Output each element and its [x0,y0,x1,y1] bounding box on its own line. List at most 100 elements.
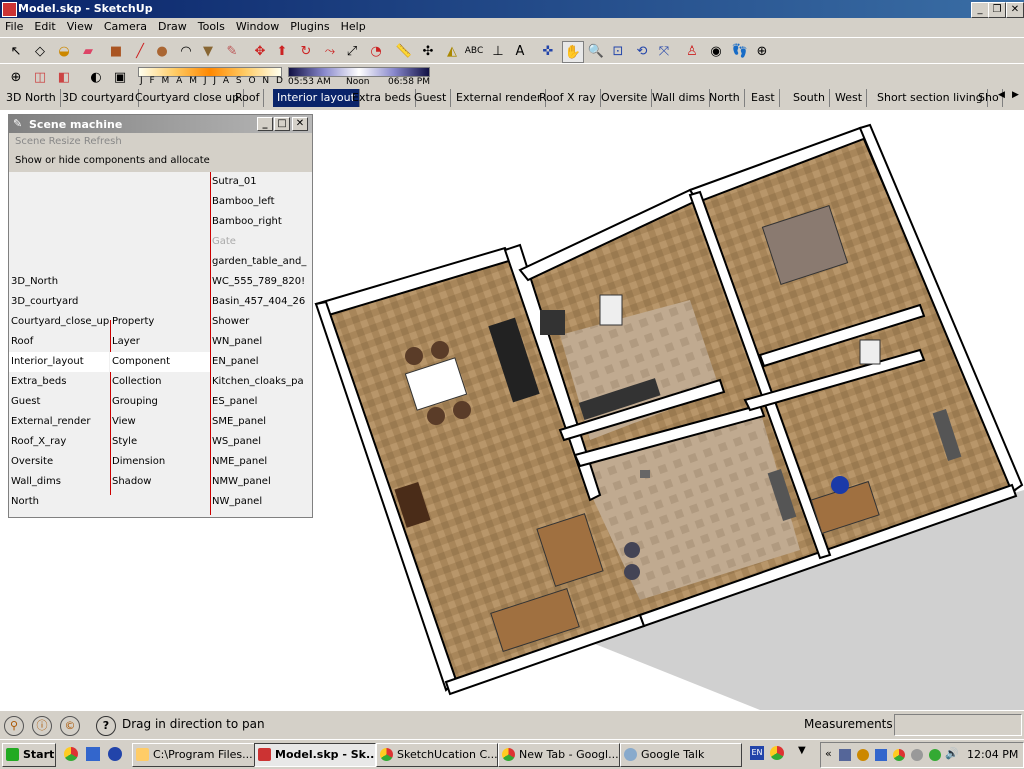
scene-list-item[interactable]: Roof [9,332,109,352]
component-item[interactable]: Bamboo_left [210,192,310,212]
minimize-button[interactable]: _ [971,2,989,18]
tab-west[interactable]: West [831,89,868,107]
tray-monitor-icon[interactable] [875,749,887,761]
component-item[interactable]: WS_panel [210,432,310,452]
category-item[interactable]: Grouping [110,392,210,412]
category-item[interactable]: Collection [110,372,210,392]
tab-roof[interactable]: Roof [231,89,265,107]
task-new-tab[interactable]: New Tab - Googl... [498,743,620,767]
task-sketchup[interactable]: Model.skp - Sk... [254,743,376,767]
paint-bucket-icon[interactable]: ◒ [54,41,74,61]
menu-plugins[interactable]: Plugins [285,18,335,33]
component-item[interactable]: Shower [210,312,310,332]
tab-roof-x-ray[interactable]: Roof X ray [535,89,601,107]
component-item[interactable]: WC_555_789_820! [210,272,310,292]
display-shadows-icon[interactable]: ▣ [110,67,130,87]
zoom-tool-icon[interactable]: 🔍 [586,41,606,61]
panel-minimize-button[interactable]: _ [257,117,273,131]
tab-courtyard-close-up[interactable]: Courtyard close up [131,89,245,107]
line-tool-icon[interactable]: ╱ [130,41,150,61]
tab-extra-beds[interactable]: Extra beds [348,89,416,107]
category-item[interactable]: Property [110,312,210,332]
scene-list-item[interactable]: Guest [9,392,109,412]
task-sketchucation[interactable]: SketchUcation C... [376,743,498,767]
tab-north[interactable]: North [705,89,745,107]
eraser-icon[interactable]: ▰ [78,41,98,61]
maximize-button[interactable]: ❐ [988,2,1006,18]
panel-maximize-button[interactable]: □ [274,117,290,131]
scale-tool-icon[interactable]: ⤢ [342,41,362,61]
scene-list-item[interactable]: Extra_beds [9,372,109,392]
copyright-icon[interactable]: © [60,716,80,736]
measurements-input[interactable] [894,714,1022,736]
task-google-talk[interactable]: Google Talk [620,743,742,767]
position-camera-icon[interactable]: ♙ [682,41,702,61]
task-program-files[interactable]: C:\Program Files... [132,743,256,767]
protractor-icon[interactable]: ◭ [442,41,462,61]
scene-list-item[interactable]: Oversite [9,452,109,472]
chrome-tray-icon[interactable] [770,746,784,760]
menu-help[interactable]: Help [336,18,372,33]
category-item[interactable]: Shadow [110,472,210,492]
close-button[interactable]: ✕ [1006,2,1024,18]
component-item[interactable]: Sutra_01 [210,172,310,192]
menu-window[interactable]: Window [231,18,285,33]
axes-icon[interactable]: ⊕ [6,67,26,87]
tab-3d-courtyard[interactable]: 3D courtyard [58,89,140,107]
component-item[interactable]: WN_panel [210,332,310,352]
media-player-quicklaunch-icon[interactable] [108,747,122,761]
section-plane-icon[interactable]: ⊕ [752,41,772,61]
select-tool-icon[interactable]: ↖ [6,41,26,61]
follow-me-icon[interactable]: ⤳ [320,41,340,61]
scene-list-item[interactable]: 3D_courtyard [9,292,109,312]
credits-icon[interactable]: ⓘ [32,716,52,736]
tape-measure-icon[interactable]: 📏 [394,41,414,61]
component-item[interactable]: EN_panel [210,352,310,372]
component-item[interactable]: Basin_457_404_26 [210,292,310,312]
scene-list-item[interactable]: Roof_X_ray [9,432,109,452]
tray-expand-icon[interactable]: « [825,747,832,760]
explorer-quicklaunch-icon[interactable] [86,747,100,761]
arc-tool-icon[interactable]: ◠ [176,41,196,61]
3d-text-icon[interactable]: A [510,41,530,61]
volume-icon[interactable]: 🔊 [945,747,959,760]
geo-location-icon[interactable]: ⚲ [4,716,24,736]
menu-tools[interactable]: Tools [193,18,231,33]
walk-tool-icon[interactable]: 👣 [730,41,750,61]
section-cut-icon[interactable]: ◧ [54,67,74,87]
component-item[interactable]: NME_panel [210,452,310,472]
scene-list-item-selected[interactable]: Interior_layout [9,352,109,372]
scene-list-item[interactable]: 3D_North [9,272,109,292]
push-pull-icon[interactable]: ⬆ [272,41,292,61]
language-indicator[interactable]: EN [750,746,764,760]
rectangle-tool-icon[interactable]: ■ [106,41,126,61]
category-item[interactable]: Layer [110,332,210,352]
circle-tool-icon[interactable]: ● [152,41,172,61]
tray-status-icon[interactable] [929,749,941,761]
dimension-tool-icon[interactable]: ✣ [418,41,438,61]
category-item[interactable]: Style [110,432,210,452]
component-item[interactable]: Bamboo_right [210,212,310,232]
tray-chevron-icon[interactable]: ▼ [798,745,806,756]
start-button[interactable]: Start [2,743,56,767]
tab-scroll-right-icon[interactable]: ▶ [1012,90,1019,100]
menu-file[interactable]: File [0,18,29,33]
tab-guest[interactable]: Guest [410,89,452,107]
polygon-tool-icon[interactable]: ▼ [198,41,218,61]
zoom-extents-icon[interactable]: ⤧ [654,41,674,61]
previous-view-icon[interactable]: ⟲ [632,41,652,61]
time-slider[interactable] [288,67,430,77]
make-component-icon[interactable]: ◇ [30,41,50,61]
move-tool-icon[interactable]: ✥ [250,41,270,61]
tab-oversite[interactable]: Oversite [597,89,653,107]
component-item[interactable]: garden_table_and_ [210,252,310,272]
zoom-window-icon[interactable]: ⊡ [608,41,628,61]
tab-3d-north[interactable]: 3D North [2,89,61,107]
pan-tool-icon[interactable]: ✋ [562,41,584,63]
offset-tool-icon[interactable]: ◔ [366,41,386,61]
panel-menu[interactable]: Scene Resize Refresh [15,136,122,147]
tab-wall-dims[interactable]: Wall dims [648,89,711,107]
category-item-selected[interactable]: Component [110,352,210,372]
text-tool-icon[interactable]: ABC [464,41,484,61]
category-item[interactable]: Dimension [110,452,210,472]
